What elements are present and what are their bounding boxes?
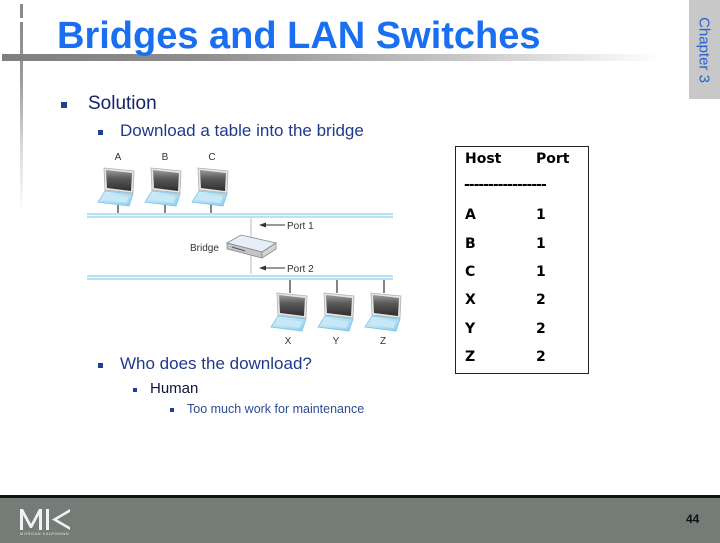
host-x bbox=[270, 280, 308, 332]
bridge-network-diagram: A B C Bridge Port 1 Port 2 X Y Z bbox=[87, 152, 402, 347]
host-y bbox=[317, 280, 355, 332]
host-b bbox=[144, 167, 182, 213]
lan-segment-2 bbox=[87, 275, 393, 280]
table-row-host: B bbox=[465, 236, 476, 252]
lan-segment-1 bbox=[87, 213, 393, 218]
publisher-logo-icon bbox=[20, 509, 70, 530]
host-c bbox=[191, 167, 229, 213]
publisher-logo-text: MORGAN KAUFMANN bbox=[20, 531, 70, 536]
host-label-z: Z bbox=[380, 336, 386, 347]
host-label-b: B bbox=[162, 152, 169, 163]
port1-arrow bbox=[259, 222, 285, 228]
bridge-device bbox=[225, 234, 278, 259]
slide-footer bbox=[0, 495, 720, 543]
table-row-port: 1 bbox=[536, 207, 546, 223]
table-row-host: X bbox=[465, 292, 476, 308]
table-header-host: Host bbox=[465, 151, 502, 167]
port2-label: Port 2 bbox=[287, 264, 314, 275]
table-row-port: 2 bbox=[536, 349, 546, 365]
table-row-port: 2 bbox=[536, 292, 546, 308]
host-label-c: C bbox=[208, 152, 215, 163]
table-row-port: 1 bbox=[536, 264, 546, 280]
host-z bbox=[364, 280, 402, 332]
forwarding-table: Host Port ----------------- A 1 B 1 C 1 … bbox=[455, 146, 589, 374]
bridge-label: Bridge bbox=[190, 243, 219, 254]
table-row-port: 2 bbox=[536, 321, 546, 337]
host-label-a: A bbox=[115, 152, 122, 163]
host-label-y: Y bbox=[333, 336, 340, 347]
host-a bbox=[97, 167, 135, 213]
table-row-host: Z bbox=[465, 349, 476, 365]
host-label-x: X bbox=[285, 336, 292, 347]
port2-arrow bbox=[259, 265, 285, 271]
page-number: 44 bbox=[686, 512, 700, 526]
port1-label: Port 1 bbox=[287, 221, 314, 232]
table-separator: ----------------- bbox=[464, 177, 547, 193]
table-row-host: Y bbox=[465, 321, 476, 337]
table-header-port: Port bbox=[536, 151, 570, 167]
table-row-port: 1 bbox=[536, 236, 546, 252]
table-row-host: C bbox=[465, 264, 476, 280]
table-row-host: A bbox=[465, 207, 476, 223]
